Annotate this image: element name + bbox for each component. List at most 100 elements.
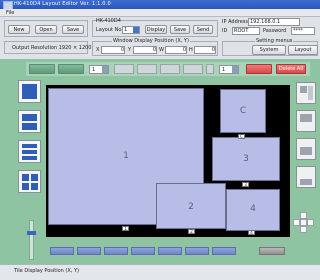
layout-three-row-button[interactable] xyxy=(18,140,41,163)
window-2[interactable]: 2 xyxy=(156,183,226,229)
new-button[interactable]: New xyxy=(8,25,30,34)
id-field[interactable]: ROOT xyxy=(232,27,260,35)
toolbar: New Open Save HK-410D4 Layout No. 1 Disp… xyxy=(0,17,320,59)
bottom-button-6[interactable] xyxy=(185,247,209,255)
window-c-tag: C xyxy=(238,134,245,139)
x-label: X xyxy=(96,47,100,53)
window-c[interactable]: C xyxy=(220,89,266,133)
layout-single-icon xyxy=(22,84,37,99)
position-middle-icon xyxy=(300,147,312,155)
chevron-down-icon xyxy=(232,66,238,73)
window-title: HK-410D4 Layout Editor Ver. 1.1.0.0 xyxy=(14,1,111,7)
bottom-button-1[interactable] xyxy=(50,247,74,255)
bottom-button-5[interactable] xyxy=(158,247,182,255)
vertical-slider[interactable] xyxy=(27,220,36,260)
window-4[interactable]: 4 xyxy=(226,189,280,231)
layer-select-left[interactable]: 1 xyxy=(89,65,109,74)
strip-button-1[interactable] xyxy=(114,64,134,74)
position-top-right-button[interactable] xyxy=(296,82,316,104)
system-button[interactable]: System xyxy=(252,45,286,55)
h-label: H xyxy=(189,47,193,53)
open-button[interactable]: Open xyxy=(35,25,57,34)
menu-file[interactable]: File xyxy=(6,10,14,16)
arrow-left-icon[interactable] xyxy=(293,219,300,226)
arrow-up-icon[interactable] xyxy=(300,212,307,219)
layout-two-row-icon xyxy=(22,114,37,121)
window-1-tag: 1 xyxy=(122,226,129,231)
y-label: Y xyxy=(128,47,132,53)
layout-no-value: 1 xyxy=(124,27,128,33)
position-top-left-icon xyxy=(300,86,307,93)
bottom-button-4[interactable] xyxy=(131,247,155,255)
model-label: HK-410D4 xyxy=(96,18,121,24)
password-label: Password xyxy=(263,28,287,34)
layout-no-select[interactable]: 1 xyxy=(122,26,140,34)
window-c-label: C xyxy=(239,106,247,116)
ip-field[interactable]: 192.168.0.1 xyxy=(248,18,300,26)
bottom-button-gray[interactable] xyxy=(259,247,285,255)
window-3-tag: 3 xyxy=(242,182,249,187)
layout-quad-icon xyxy=(22,174,29,181)
title-bar: HK-410D4 Layout Editor Ver. 1.1.0.0 xyxy=(0,0,320,10)
layout-three-row-icon xyxy=(22,144,37,148)
arrow-down-icon[interactable] xyxy=(300,226,307,233)
layout-two-row-button[interactable] xyxy=(18,110,41,133)
layout-two-row-icon-cell xyxy=(22,123,37,130)
h-field[interactable]: 0 xyxy=(194,46,216,54)
x-field[interactable]: 0 xyxy=(101,46,125,54)
window-3-label: 3 xyxy=(243,154,249,164)
save2-button[interactable]: Save xyxy=(170,25,190,34)
display-button[interactable]: Display xyxy=(145,25,167,34)
chevron-down-icon xyxy=(133,27,139,33)
save-button[interactable]: Save xyxy=(62,25,84,34)
layout-canvas[interactable]: 1 C 3 2 4 1 2 3 4 C xyxy=(46,85,290,237)
layout-button[interactable]: Layout xyxy=(288,45,318,55)
position-middle-button[interactable] xyxy=(296,138,316,160)
green-button-1[interactable] xyxy=(29,64,55,74)
w-field[interactable]: 0 xyxy=(165,46,187,54)
delete-all-button[interactable]: Delete All xyxy=(276,64,306,74)
position-top-button[interactable] xyxy=(296,110,316,132)
layout-three-row-icon-cell xyxy=(22,156,37,160)
strip-button-5[interactable] xyxy=(206,64,214,74)
position-bottom-button[interactable] xyxy=(296,166,316,188)
position-top-icon xyxy=(300,114,312,122)
y-field[interactable]: 0 xyxy=(133,46,157,54)
red-button[interactable] xyxy=(246,64,272,74)
window-display-label: Window Display Position (X, Y) xyxy=(112,38,190,44)
bottom-button-3[interactable] xyxy=(104,247,128,255)
slider-knob[interactable] xyxy=(27,231,36,235)
status-bar: Tile Display Position (X, Y) xyxy=(0,264,320,280)
layer-select-right[interactable]: 1 xyxy=(219,65,239,74)
position-bottom-icon xyxy=(300,179,312,185)
chevron-down-icon xyxy=(102,66,108,73)
window-2-tag: 2 xyxy=(188,229,195,234)
ip-label: IP Address xyxy=(222,19,248,25)
strip-button-4[interactable] xyxy=(183,64,203,74)
strip-button-3[interactable] xyxy=(160,64,180,74)
layer-select-left-value: 1 xyxy=(92,67,96,73)
window-4-tag: 4 xyxy=(248,230,255,235)
layout-quad-icon-cell xyxy=(31,183,38,190)
window-1-label: 1 xyxy=(123,151,129,161)
layout-no-label: Layout No. xyxy=(96,27,123,33)
id-label: ID xyxy=(222,28,228,34)
w-label: W xyxy=(159,47,164,53)
password-field[interactable]: **** xyxy=(291,27,315,35)
output-resolution: Output Resolution 1920 × 1200 xyxy=(12,45,92,51)
send-button[interactable]: Send xyxy=(193,25,213,34)
bottom-button-2[interactable] xyxy=(77,247,101,255)
strip-button-2[interactable] xyxy=(137,64,157,74)
green-button-2[interactable] xyxy=(58,64,84,74)
window-3[interactable]: 3 xyxy=(212,137,280,181)
setting-menus-label: Setting menus xyxy=(255,38,294,44)
arrow-center-icon[interactable] xyxy=(300,219,307,226)
bottom-button-7[interactable] xyxy=(212,247,236,255)
window-4-label: 4 xyxy=(250,204,256,214)
menu-bar: File xyxy=(0,9,320,17)
arrow-right-icon[interactable] xyxy=(307,219,314,226)
layout-single-button[interactable] xyxy=(18,80,41,103)
layout-three-row-icon-cell xyxy=(22,150,37,154)
layout-quad-button[interactable] xyxy=(18,170,41,193)
layout-quad-icon-cell xyxy=(31,174,38,181)
